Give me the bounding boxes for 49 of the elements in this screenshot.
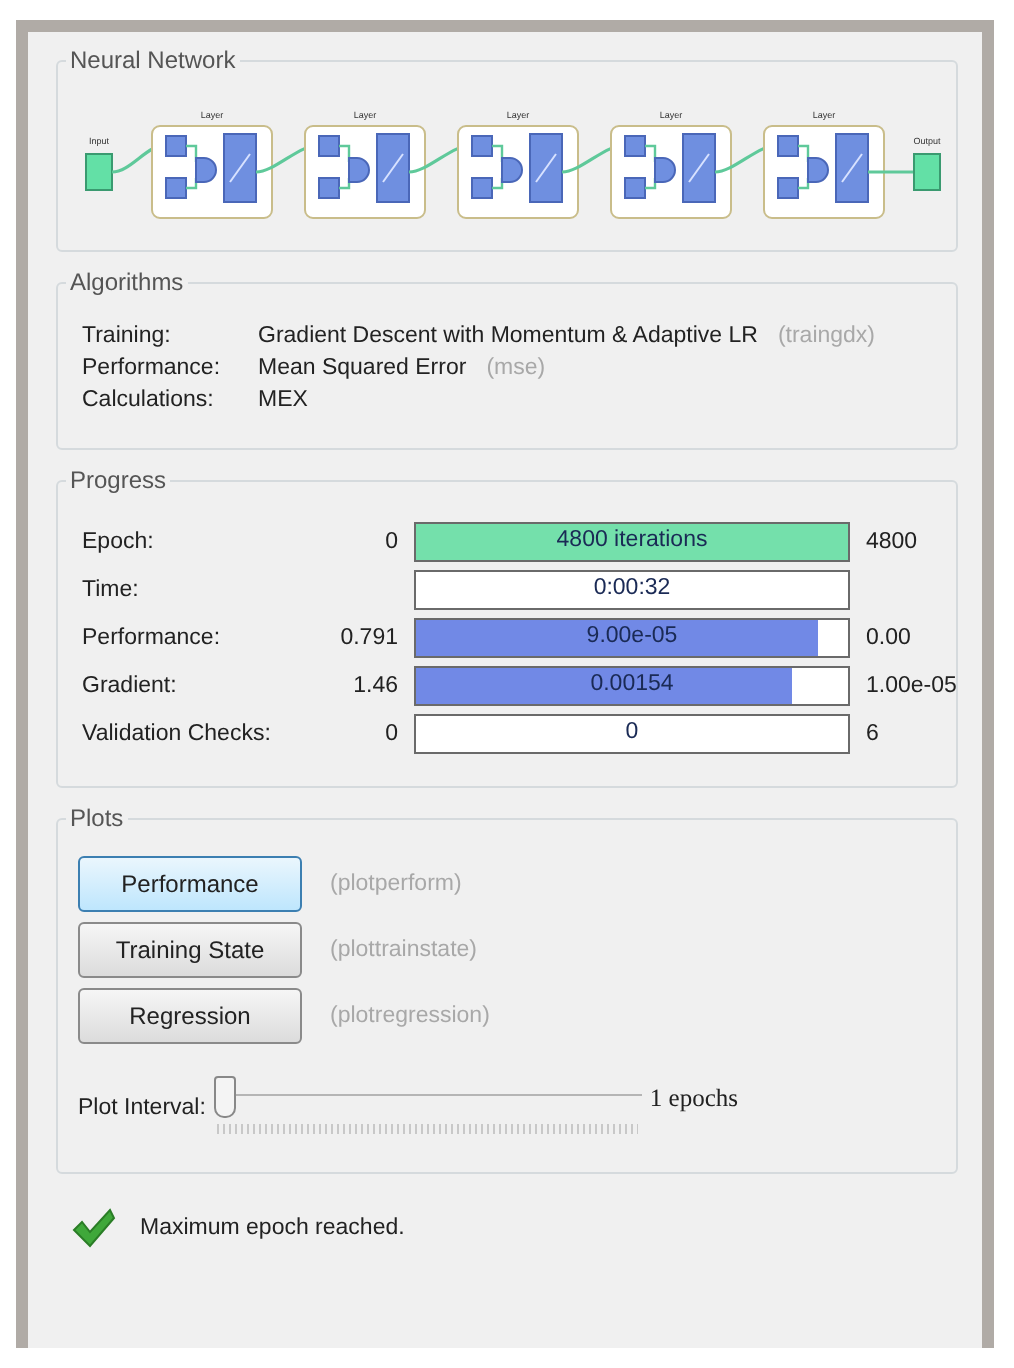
group-title: Progress (66, 466, 171, 494)
connector-line (868, 170, 914, 174)
slider-thumb[interactable] (213, 1076, 236, 1118)
group-title: Algorithms (66, 268, 188, 296)
layer-drawing (610, 125, 732, 219)
layer-drawing (151, 125, 273, 219)
layer-drawing (763, 125, 885, 219)
plot-button[interactable]: Regression (78, 988, 302, 1044)
field-label: Calculations: (82, 388, 216, 412)
start-value: 1.46 (351, 674, 398, 698)
field-label: Performance: (82, 356, 223, 380)
end-value: 4800 (866, 530, 920, 554)
function-name: (plottrainstate) (330, 938, 478, 962)
end-value: 0.00 (866, 626, 913, 650)
field-value: MEX (258, 388, 308, 412)
function-name: (mse) (486, 356, 546, 380)
field-value: Gradient Descent with Momentum & Adaptive LR (258, 324, 758, 348)
function-name: (plotregression) (330, 1004, 490, 1028)
start-value: 0 (383, 530, 398, 554)
function-name: (plotperform) (330, 872, 462, 896)
start-value: 0 (383, 722, 398, 746)
progress-label: Performance: (82, 626, 223, 650)
status-message: Maximum epoch reached. (140, 1216, 405, 1240)
group-title: Neural Network (66, 46, 240, 74)
slider-label: Plot Interval: (78, 1096, 206, 1120)
progress-reading: 0.00154 (590, 672, 674, 696)
end-value: 6 (866, 722, 881, 746)
slider-value: 1 epochs (649, 1084, 739, 1114)
progress-label: Validation Checks: (82, 722, 273, 746)
end-value: 1.00e-05 (866, 674, 957, 698)
progress-reading: 9.00e-05 (586, 624, 678, 648)
checkmark-icon (72, 1208, 116, 1248)
field-value: Mean Squared Error (258, 356, 467, 380)
progress-label: Time: (82, 578, 141, 602)
progress-label: Gradient: (82, 674, 179, 698)
progress-reading: 0 (625, 720, 639, 744)
function-name: (traingdx) (777, 324, 876, 348)
layer-drawing (457, 125, 579, 219)
plot-button[interactable]: Performance (78, 856, 302, 912)
input-node (85, 153, 113, 191)
group-title: Plots (66, 804, 128, 832)
progress-reading: 0:00:32 (593, 576, 671, 600)
plot-button[interactable]: Training State (78, 922, 302, 978)
field-label: Training: (82, 324, 173, 348)
progress-label: Epoch: (82, 530, 156, 554)
start-value: 0.791 (338, 626, 398, 650)
progress-reading: 4800 iterations (556, 528, 708, 552)
output-node (913, 153, 941, 191)
layer-drawing (304, 125, 426, 219)
